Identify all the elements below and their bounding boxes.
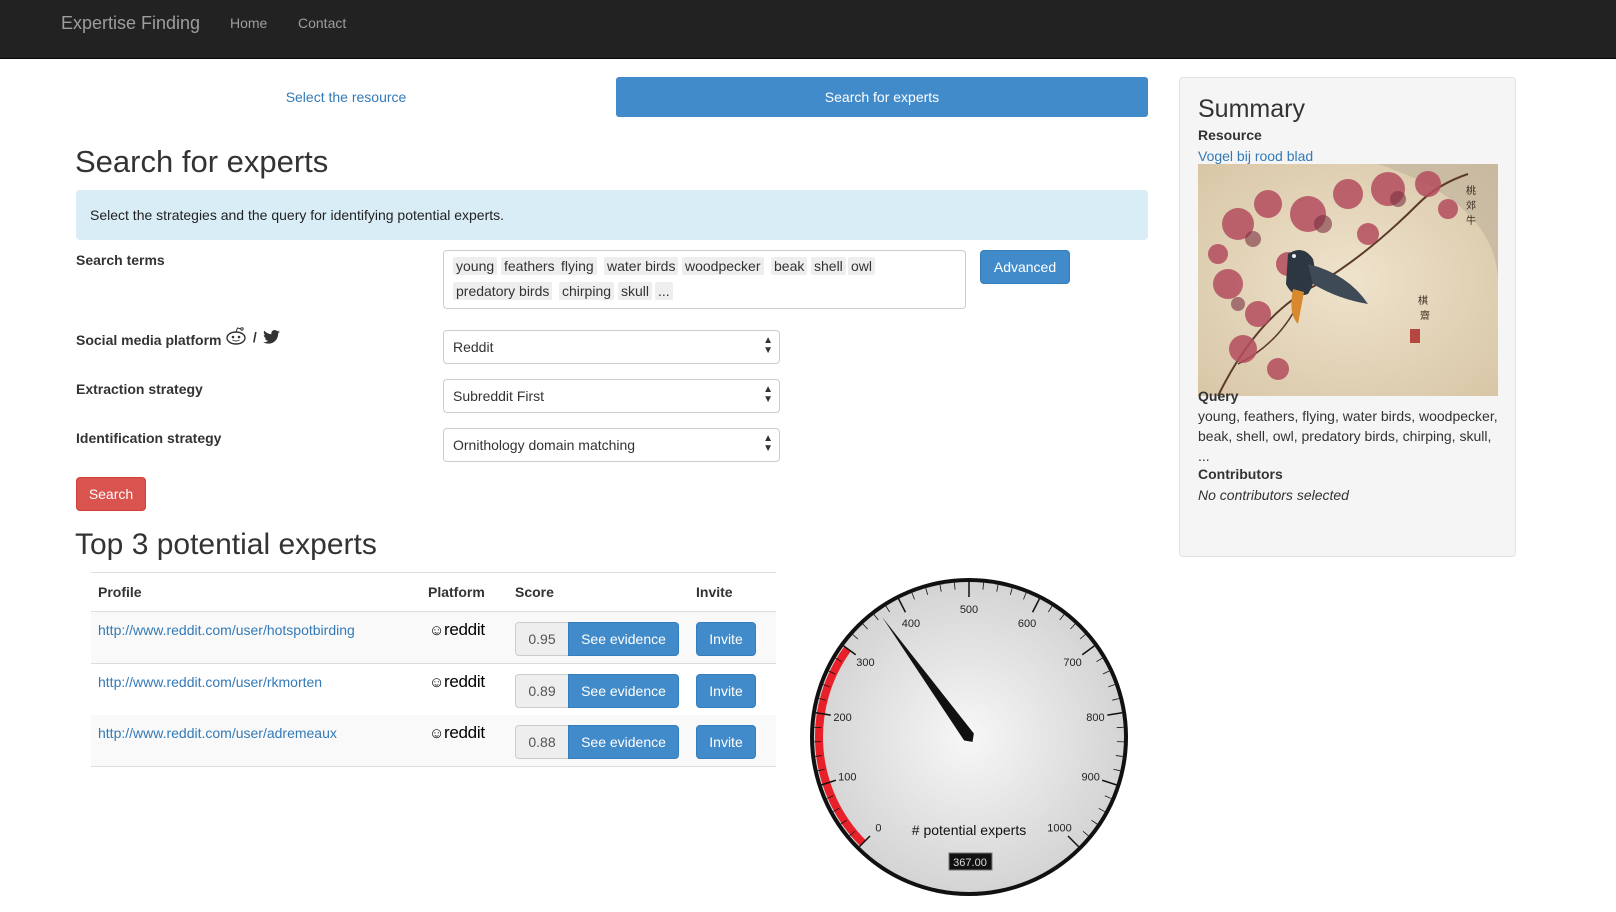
select-arrows-icon: ▲ ▼ [763, 335, 773, 356]
svg-text:齋: 齋 [1420, 309, 1430, 322]
gauge-tick-label: 900 [1082, 772, 1100, 784]
profile-link[interactable]: http://www.reddit.com/user/hotspotbirdin… [98, 622, 355, 638]
extraction-label: Extraction strategy [76, 381, 203, 397]
gauge-tick-label: 200 [833, 712, 851, 724]
see-evidence-button[interactable]: See evidence [568, 622, 679, 656]
gauge-tick-label: 500 [960, 604, 978, 616]
score-value: 0.89 [515, 674, 568, 708]
resource-label: Resource [1198, 127, 1262, 143]
navbar: Expertise Finding Home Contact [0, 0, 1616, 59]
gauge-tick-label: 700 [1063, 657, 1081, 669]
search-term-tag[interactable]: shell [811, 257, 846, 275]
invite-button[interactable]: Invite [696, 674, 756, 708]
header-score: Score [515, 584, 554, 600]
reddit-alien-icon: ☺ [429, 725, 445, 742]
search-term-tag[interactable]: owl [848, 257, 876, 275]
page-title: Search for experts [75, 144, 329, 179]
info-text: Select the strategies and the query for … [90, 207, 505, 223]
step-search-experts[interactable]: Search for experts [616, 77, 1148, 117]
see-evidence-button[interactable]: See evidence [568, 725, 679, 759]
resource-link[interactable]: Vogel bij rood blad [1198, 146, 1503, 166]
platform-select[interactable]: Reddit ▲ ▼ [443, 330, 780, 364]
search-term-tag[interactable]: predatory birds [453, 282, 553, 300]
gauge-tick-label: 0 [875, 823, 881, 835]
advanced-button[interactable]: Advanced [980, 250, 1070, 284]
info-alert: Select the strategies and the query for … [76, 190, 1148, 240]
profile-link[interactable]: http://www.reddit.com/user/rkmorten [98, 674, 322, 690]
search-term-tag[interactable]: water birds [604, 257, 679, 275]
search-term-tag[interactable]: chirping [559, 282, 615, 300]
query-text: young, feathers, flying, water birds, wo… [1198, 408, 1498, 464]
search-terms-input[interactable]: young feathers flying water birds woodpe… [443, 250, 966, 309]
search-term-tag[interactable]: woodpecker [682, 257, 764, 275]
summary-title: Summary [1198, 95, 1305, 123]
search-button[interactable]: Search [76, 477, 146, 511]
select-arrows-icon: ▲ ▼ [763, 384, 773, 405]
header-invite: Invite [696, 584, 733, 600]
identification-select[interactable]: Ornithology domain matching ▲ ▼ [443, 428, 780, 462]
invite-button[interactable]: Invite [696, 725, 756, 759]
extraction-select-value: Subreddit First [453, 388, 545, 404]
gauge-value-text: 367.00 [953, 857, 987, 869]
search-term-tag[interactable]: ... [655, 282, 673, 300]
search-term-tag[interactable]: feathers [501, 257, 558, 275]
table-header: Profile Platform Score Invite [91, 572, 776, 613]
platform-separator: / [252, 329, 257, 345]
gauge-tick-label: 300 [856, 657, 874, 669]
contributors-text: No contributors selected [1198, 487, 1349, 503]
gauge-tick-label: 100 [838, 772, 856, 784]
table-row: http://www.reddit.com/user/adremeaux ☺re… [91, 715, 776, 767]
see-evidence-button[interactable]: See evidence [568, 674, 679, 708]
gauge-svg: 0 100 200 300 400 500 600 700 800 900 1000 # poten… [810, 578, 1128, 896]
twitter-icon [262, 330, 280, 344]
platform-icons: / [225, 327, 280, 345]
gauge-tick-label: 1000 [1047, 823, 1071, 835]
profile-link[interactable]: http://www.reddit.com/user/adremeaux [98, 725, 337, 741]
gauge-tick-label: 800 [1086, 712, 1104, 724]
gauge-tick-label: 600 [1018, 618, 1036, 630]
gauge-label: # potential experts [912, 822, 1026, 838]
step-select-resource[interactable]: Select the resource [76, 77, 616, 117]
nav-home-link[interactable]: Home [230, 15, 267, 31]
select-arrows-icon: ▲ ▼ [763, 433, 773, 454]
search-terms-label: Search terms [76, 252, 165, 268]
resource-image: 桃郊牛 棋齋 [1198, 164, 1498, 396]
extraction-select[interactable]: Subreddit First ▲ ▼ [443, 379, 780, 413]
nav-contact-link[interactable]: Contact [298, 15, 346, 31]
table-row: http://www.reddit.com/user/rkmorten ☺red… [91, 664, 776, 716]
reddit-logo: ☺reddit [429, 723, 485, 742]
header-profile: Profile [98, 584, 142, 600]
identification-select-value: Ornithology domain matching [453, 437, 636, 453]
search-term-tag[interactable]: beak [771, 257, 808, 275]
table-row: http://www.reddit.com/user/hotspotbirdin… [91, 612, 776, 664]
gauge-tick-label: 400 [902, 618, 920, 630]
reddit-logo: ☺reddit [429, 620, 485, 639]
invite-button[interactable]: Invite [696, 622, 756, 656]
header-platform: Platform [428, 584, 485, 600]
reddit-logo: ☺reddit [429, 672, 485, 691]
reddit-alien-icon: ☺ [429, 674, 445, 691]
svg-text:桃: 桃 [1466, 184, 1476, 197]
reddit-icon [226, 327, 246, 345]
score-value: 0.88 [515, 725, 568, 759]
search-term-tag[interactable]: young [453, 257, 498, 275]
search-term-tag[interactable]: skull [618, 282, 653, 300]
svg-text:牛: 牛 [1466, 214, 1476, 227]
results-title: Top 3 potential experts [75, 528, 377, 561]
svg-text:郊: 郊 [1466, 199, 1476, 212]
brand-link[interactable]: Expertise Finding [61, 13, 200, 34]
potential-experts-gauge: 0 100 200 300 400 500 600 700 800 900 1000 # poten… [807, 575, 1132, 900]
platform-label: Social media platform [76, 332, 222, 348]
platform-select-value: Reddit [453, 339, 494, 355]
reddit-alien-icon: ☺ [429, 622, 445, 639]
svg-text:棋: 棋 [1418, 294, 1428, 307]
query-label: Query [1198, 388, 1239, 404]
identification-label: Identification strategy [76, 430, 222, 446]
search-term-tag[interactable]: flying [558, 257, 597, 275]
contributors-label: Contributors [1198, 466, 1283, 482]
score-value: 0.95 [515, 622, 568, 656]
summary-panel: Summary Resource Vogel bij rood blad 桃 郊… [1179, 77, 1516, 557]
